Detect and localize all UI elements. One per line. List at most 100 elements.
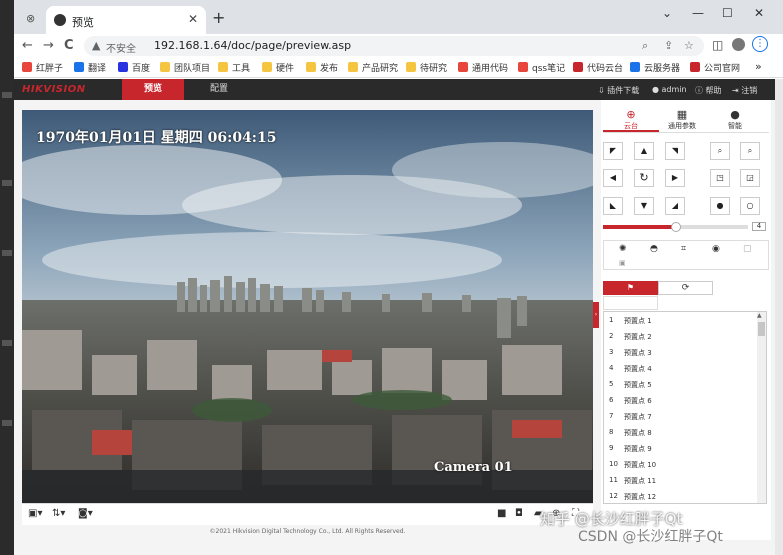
close-tab-icon[interactable]: ✕ bbox=[188, 12, 198, 26]
preset-row[interactable]: 1 预置点 1 bbox=[604, 312, 756, 328]
security-label: 不安全 bbox=[106, 44, 136, 55]
bookmark-item[interactable]: 产品研究 bbox=[348, 61, 398, 75]
new-tab-button[interactable]: + bbox=[212, 8, 225, 27]
bookmark-label: 工具 bbox=[232, 64, 251, 74]
help-link[interactable]: ⓘ 帮助 bbox=[695, 85, 722, 96]
bookmark-item[interactable]: 百度 bbox=[118, 61, 150, 75]
preset-tab[interactable]: ⚑ bbox=[603, 281, 658, 295]
forward-button[interactable]: → bbox=[43, 38, 54, 53]
ptz-down-right-button[interactable]: ◢ bbox=[665, 197, 685, 215]
menu-config[interactable]: 配置 bbox=[190, 79, 248, 100]
3d-zoom-icon[interactable]: ▣ bbox=[619, 259, 626, 267]
bookmark-item[interactable]: 硬件 bbox=[262, 61, 294, 75]
sidepanel-icon[interactable]: ◫ bbox=[712, 38, 723, 52]
ptz-speed-slider[interactable] bbox=[603, 222, 748, 232]
bookmark-item[interactable]: 代码云台 bbox=[573, 61, 623, 75]
maximize-button[interactable]: ☐ bbox=[722, 6, 733, 20]
tab-preview[interactable]: 预览 ✕ bbox=[46, 6, 206, 34]
avatar[interactable] bbox=[732, 38, 745, 51]
tab-common-params[interactable]: ▦ 通用参数 bbox=[654, 108, 710, 131]
ptz-auto-button[interactable]: ↻ bbox=[634, 169, 654, 187]
logout-link[interactable]: ⇥ 注销 bbox=[732, 85, 757, 96]
bookmark-icon bbox=[348, 62, 358, 72]
panel-collapse-button[interactable]: › bbox=[593, 302, 599, 328]
preset-row[interactable]: 10 预置点 10 bbox=[604, 456, 756, 472]
focus-near-icon[interactable]: ◳ bbox=[710, 169, 730, 187]
patrol-tab[interactable]: ⟳ bbox=[658, 281, 713, 295]
ptz-down-button[interactable]: ▼ bbox=[634, 197, 654, 215]
tab-smart[interactable]: ● 智能 bbox=[707, 108, 763, 131]
bookmark-item[interactable]: qss笔记 bbox=[518, 61, 565, 75]
preset-row[interactable]: 9 预置点 9 bbox=[604, 440, 756, 456]
slider-handle[interactable] bbox=[670, 222, 681, 232]
bookmark-item[interactable]: 发布 bbox=[306, 61, 338, 75]
url-text[interactable]: 192.168.1.64/doc/page/preview.asp bbox=[154, 39, 351, 52]
preset-row[interactable]: 8 预置点 8 bbox=[604, 424, 756, 440]
plugin-download-link[interactable]: ⇩ 插件下载 bbox=[598, 85, 639, 96]
preset-row[interactable]: 5 预置点 5 bbox=[604, 376, 756, 392]
more-bookmarks-button[interactable]: » bbox=[755, 60, 762, 73]
bookmark-item[interactable]: 团队项目 bbox=[160, 61, 210, 75]
bookmark-label: 云服务器 bbox=[644, 64, 681, 74]
tab-ptz[interactable]: ⊕ 云台 bbox=[603, 108, 659, 131]
stream-type-icon[interactable]: ⇅▾ bbox=[52, 508, 65, 519]
share-icon[interactable]: ⇪ bbox=[664, 39, 673, 52]
close-window-button[interactable]: ✕ bbox=[754, 6, 764, 20]
preset-row[interactable]: 6 预置点 6 bbox=[604, 392, 756, 408]
menu-preview[interactable]: 预览 bbox=[122, 79, 184, 100]
ptz-up-left-button[interactable]: ◤ bbox=[603, 142, 623, 160]
plugin-type-icon[interactable]: ◙▾ bbox=[78, 508, 93, 519]
bookmark-item[interactable]: 通用代码 bbox=[458, 61, 508, 75]
bookmark-icon bbox=[22, 62, 32, 72]
tab-search-icon[interactable]: ⌄ bbox=[662, 6, 672, 20]
ptz-right-button[interactable]: ▶ bbox=[665, 169, 685, 187]
scroll-thumb[interactable] bbox=[758, 322, 765, 336]
minimize-button[interactable]: — bbox=[692, 6, 704, 20]
stop-preview-icon[interactable]: ■ bbox=[497, 508, 506, 519]
ptz-left-button[interactable]: ◀ bbox=[603, 169, 623, 187]
zoom-in-icon[interactable]: ⌕ bbox=[710, 142, 730, 160]
preset-row[interactable]: 12 预置点 12 bbox=[604, 488, 756, 503]
focus-far-icon[interactable]: ◲ bbox=[740, 169, 760, 187]
user-name: admin bbox=[661, 85, 687, 94]
bookmark-item[interactable]: 待研究 bbox=[406, 61, 447, 75]
preset-list[interactable]: 1 预置点 1 2 预置点 2 3 预置点 3 4 预置点 4 5 预置点 5 6 预置点 6 7 预置点… bbox=[603, 311, 767, 504]
user-menu[interactable]: ● admin bbox=[652, 85, 687, 94]
preset-row[interactable]: 11 预置点 11 bbox=[604, 472, 756, 488]
bookmark-item[interactable]: 云服务器 bbox=[630, 61, 680, 75]
window-layout-icon[interactable]: ▣▾ bbox=[28, 508, 42, 519]
iris-close-icon[interactable]: ○ bbox=[740, 197, 760, 215]
chrome-icon[interactable]: ⊗ bbox=[26, 12, 35, 25]
reload-button[interactable]: C bbox=[64, 38, 74, 53]
preset-row[interactable]: 7 预置点 7 bbox=[604, 408, 756, 424]
star-icon[interactable]: ☆ bbox=[684, 39, 694, 52]
bookmark-item[interactable]: 红胖子 bbox=[22, 61, 63, 75]
back-button[interactable]: ← bbox=[22, 38, 33, 53]
zoom-icon[interactable]: ⌕ bbox=[642, 39, 648, 53]
iris-open-icon[interactable]: ● bbox=[710, 197, 730, 215]
aux-focus-icon[interactable]: ⌗ bbox=[681, 244, 686, 254]
capture-icon[interactable]: ◘ bbox=[515, 508, 523, 519]
preset-row[interactable]: 3 预置点 3 bbox=[604, 344, 756, 360]
address-bar[interactable]: ▲ 不安全 192.168.1.64/doc/page/preview.asp … bbox=[84, 36, 704, 56]
bookmark-item[interactable]: 公司官网 bbox=[690, 61, 740, 75]
zoom-out-icon[interactable]: ⌕ bbox=[740, 142, 760, 160]
preset-scrollbar[interactable]: ▲ bbox=[757, 312, 766, 503]
bookmark-label: 发布 bbox=[320, 64, 339, 74]
light-icon[interactable]: ✺ bbox=[619, 244, 627, 254]
scroll-up-icon[interactable]: ▲ bbox=[757, 312, 762, 319]
bookmark-item[interactable]: 工具 bbox=[218, 61, 250, 75]
tab-ptz-label: 云台 bbox=[624, 122, 638, 130]
menu-kebab-icon[interactable]: ⋮ bbox=[752, 36, 768, 52]
bookmark-item[interactable]: 翻译 bbox=[74, 61, 106, 75]
manual-track-icon[interactable]: ▢ bbox=[743, 244, 752, 254]
preset-row[interactable]: 2 预置点 2 bbox=[604, 328, 756, 344]
wiper-icon[interactable]: ◓ bbox=[650, 244, 658, 254]
video-player[interactable] bbox=[22, 110, 593, 503]
lens-init-icon[interactable]: ◉ bbox=[712, 244, 720, 254]
ptz-up-button[interactable]: ▲ bbox=[634, 142, 654, 160]
preset-row[interactable]: 4 预置点 4 bbox=[604, 360, 756, 376]
user-icon: ● bbox=[652, 85, 662, 94]
ptz-down-left-button[interactable]: ◣ bbox=[603, 197, 623, 215]
ptz-up-right-button[interactable]: ◥ bbox=[665, 142, 685, 160]
